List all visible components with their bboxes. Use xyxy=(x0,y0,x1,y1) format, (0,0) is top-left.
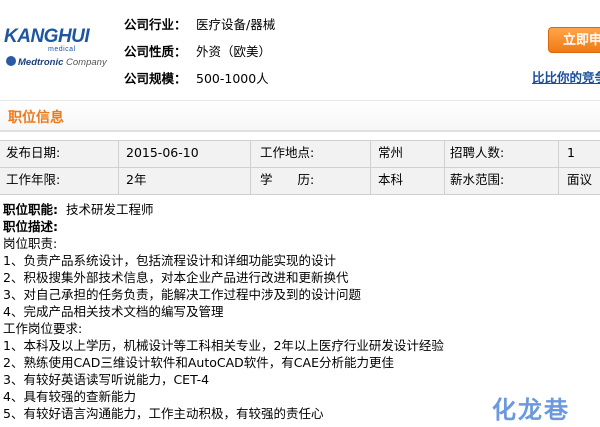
table-divider xyxy=(370,140,371,194)
work-years-value: 2年 xyxy=(126,172,147,187)
salary-range-value: 面议 xyxy=(567,172,593,187)
description-line: 3、对自己承担的任务负责，能解决工作过程中涉及到的设计问题 xyxy=(3,287,361,302)
description-line: 1、本科及以上学历，机械设计等工科相关专业，2年以上医疗行业研发设计经验 xyxy=(3,338,444,353)
position-function: 职位职能: 技术研发工程师 xyxy=(3,201,600,218)
publish-date-label: 发布日期: xyxy=(6,145,61,160)
description-line: 4、完成产品相关技术文档的编写及管理 xyxy=(3,304,224,319)
table-border xyxy=(0,194,600,195)
description-heading: 职位描述: xyxy=(3,219,58,234)
work-location-value: 常州 xyxy=(378,145,404,160)
table-divider xyxy=(118,140,119,194)
work-location-label: 工作地点: xyxy=(260,145,315,160)
company-logo: KANGHUI medical Medtronic Company xyxy=(4,26,107,68)
description-line: 2、积极搜集外部技术信息，对本企业产品进行改进和更新换代 xyxy=(3,270,349,285)
parent-brand: Medtronic Company xyxy=(6,56,107,68)
apply-button[interactable]: 立即申 xyxy=(548,27,600,53)
position-function-label: 职位职能: xyxy=(3,202,58,217)
section-title: 职位信息 xyxy=(8,110,64,126)
position-function-value: 技术研发工程师 xyxy=(65,202,154,217)
company-industry: 公司行业： 医疗设备/器械 xyxy=(124,17,276,32)
description-line: 2、熟练使用CAD三维设计软件和AutoCAD软件，有CAE分析能力更佳 xyxy=(3,355,394,370)
company-size: 公司规模： 500-1000人 xyxy=(124,71,269,86)
headcount-label: 招聘人数: xyxy=(450,145,505,160)
description-line: 岗位职责: xyxy=(3,236,58,251)
description-line: 工作岗位要求: xyxy=(3,321,83,336)
table-divider xyxy=(444,140,445,194)
job-description: 职位职能: 技术研发工程师 职位描述: 岗位职责: 1、负责产品系统设计，包括流… xyxy=(3,201,600,422)
logo-wordmark: KANGHUI xyxy=(4,26,90,47)
description-line: 1、负责产品系统设计，包括流程设计和详细功能实现的设计 xyxy=(3,253,336,268)
table-divider xyxy=(558,140,559,194)
company-type: 公司性质： 外资（欧美） xyxy=(124,44,272,59)
section-header: 职位信息 xyxy=(0,100,600,132)
headcount-value: 1 xyxy=(567,145,575,160)
description-line: 3、有较好英语读写听说能力，CET-4 xyxy=(3,372,210,387)
education-value: 本科 xyxy=(378,172,404,187)
publish-date-value: 2015-06-10 xyxy=(126,145,199,160)
work-years-label: 工作年限: xyxy=(6,172,61,187)
compare-competition-link[interactable]: 比比你的竞争 xyxy=(532,67,600,86)
medtronic-mark-icon xyxy=(6,56,16,66)
education-label: 学 历: xyxy=(260,172,315,187)
logo-subtext: medical xyxy=(48,46,76,53)
salary-range-label: 薪水范围: xyxy=(450,172,505,187)
table-divider xyxy=(250,140,251,194)
site-watermark: 化龙巷 xyxy=(492,396,570,424)
